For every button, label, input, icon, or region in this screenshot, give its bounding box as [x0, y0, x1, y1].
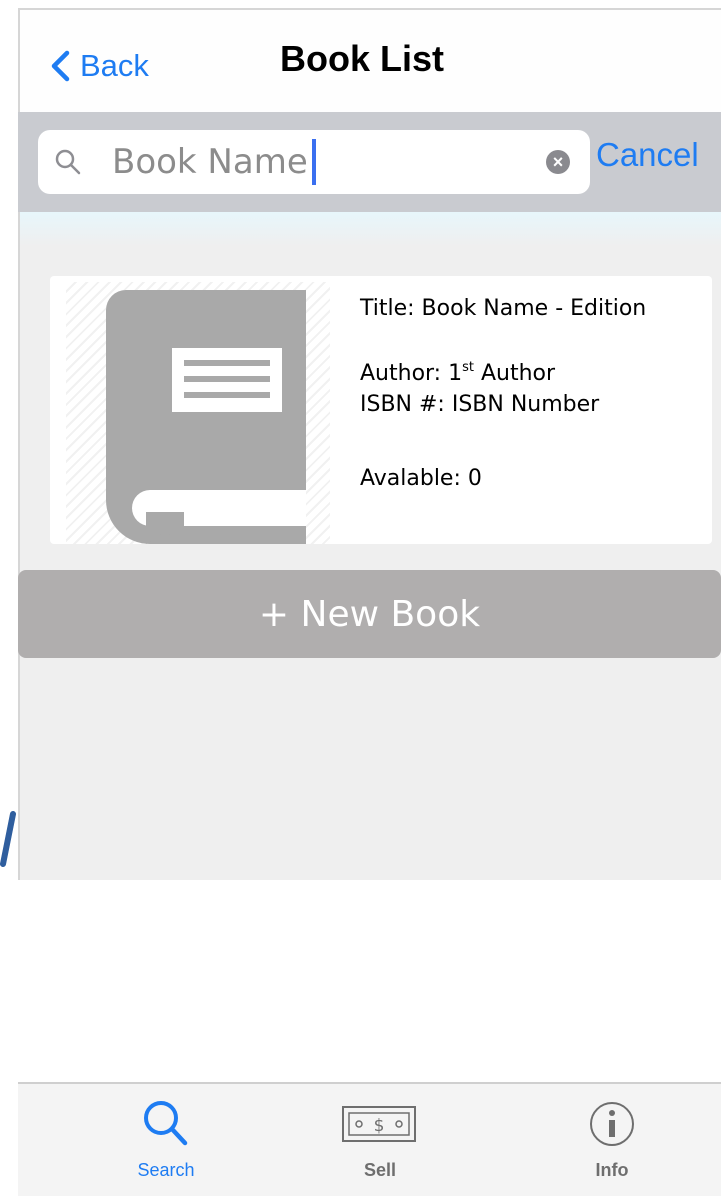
- page-title: Book List: [280, 38, 445, 79]
- search-input[interactable]: Book Name ×: [38, 130, 590, 194]
- book-icon: [106, 290, 306, 544]
- book-isbn: ISBN #: ISBN Number: [360, 392, 600, 417]
- tab-search-label: Search: [137, 1160, 195, 1180]
- cancel-button[interactable]: Cancel: [596, 136, 699, 174]
- clear-search-button[interactable]: ×: [546, 150, 570, 174]
- search-icon: [55, 149, 81, 175]
- tab-sell[interactable]: $ Sell: [290, 1084, 470, 1196]
- book-cover: [66, 282, 330, 544]
- tab-sell-label: Sell: [363, 1160, 397, 1180]
- search-bar: Book Name × Cancel: [18, 112, 721, 212]
- author-ordinal: st: [462, 360, 474, 375]
- back-button-label: Back: [80, 48, 149, 83]
- search-icon: [144, 1101, 188, 1146]
- search-input-value: Book Name: [112, 139, 316, 185]
- back-button[interactable]: Back: [50, 48, 149, 84]
- search-value-text: Book Name: [112, 142, 308, 182]
- author-suffix: Author: [473, 361, 556, 386]
- new-book-button[interactable]: + New Book: [18, 570, 721, 658]
- info-icon: [590, 1102, 634, 1146]
- results-top-shadow: [20, 212, 721, 246]
- book-title: Title: Book Name - Edition: [360, 296, 647, 321]
- text-caret: [311, 139, 316, 185]
- book-list-item[interactable]: Title: Book Name - Edition Author: 1st A…: [50, 276, 712, 544]
- tab-info[interactable]: Info: [522, 1084, 702, 1196]
- results-area: Title: Book Name - Edition Author: 1st A…: [18, 212, 721, 880]
- money-icon: $: [342, 1106, 416, 1142]
- tab-bar: Search $ Sell Info: [18, 1082, 721, 1196]
- chevron-left-icon: [51, 50, 70, 82]
- decorative-stroke: [0, 811, 16, 867]
- navigation-bar: Back Book List: [18, 8, 721, 112]
- svg-text:$: $: [374, 1116, 385, 1136]
- tab-search[interactable]: Search: [76, 1084, 256, 1196]
- book-availability: Avalable: 0: [360, 466, 482, 491]
- author-prefix: Author: 1: [360, 361, 463, 386]
- tab-info-label: Info: [595, 1160, 629, 1180]
- book-author: Author: 1st Author: [360, 360, 555, 386]
